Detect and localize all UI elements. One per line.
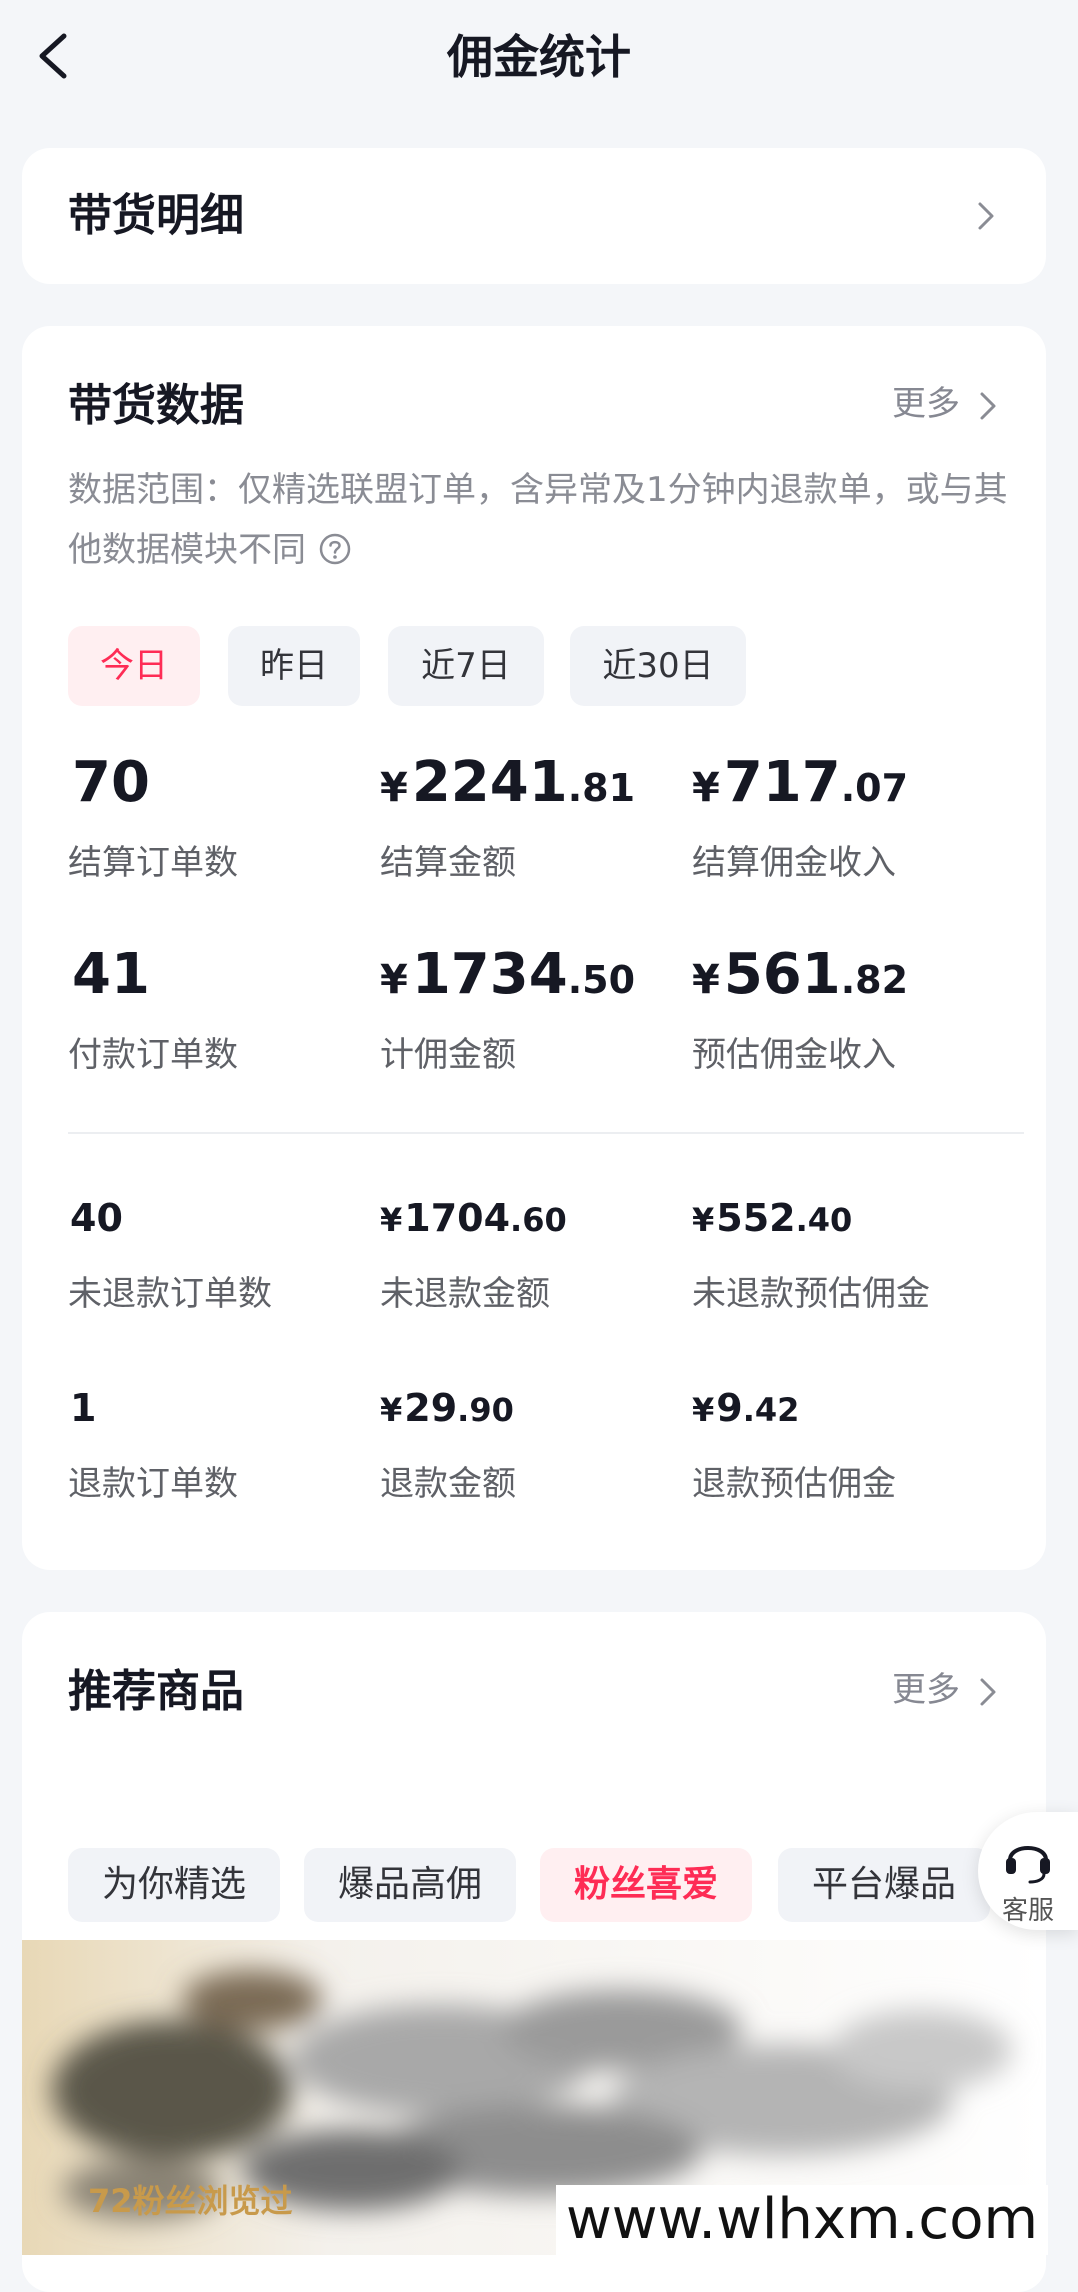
stat-label: 付款订单数	[68, 1035, 238, 1075]
stat-value: ¥552.40	[692, 1196, 853, 1240]
stat-refunded-orders: 1 退款订单数	[68, 1384, 238, 1505]
period-tab-yesterday[interactable]: 昨日	[228, 626, 360, 706]
data-scope-note: 数据范围：仅精选联盟订单，含异常及1分钟内退款单，或与其他数据模块不同	[68, 460, 1018, 580]
stat-estimated-commission: ¥561.82 预估佣金收入	[692, 942, 908, 1076]
stat-label: 结算金额	[380, 843, 516, 883]
period-tab-7days[interactable]: 近7日	[388, 626, 544, 706]
stat-commissionable-amount: ¥1734.50 计佣金额	[380, 942, 635, 1076]
stat-value: ¥29.90	[380, 1386, 514, 1430]
stat-value: 1	[70, 1386, 97, 1430]
sales-data-card: 带货数据 更多 数据范围：仅精选联盟订单，含异常及1分钟内退款单，或与其他数据模…	[22, 326, 1046, 1570]
stat-value: 40	[70, 1196, 123, 1240]
help-icon[interactable]	[318, 532, 352, 566]
stat-label: 退款订单数	[68, 1464, 238, 1504]
watermark-text: www.wlhxm.com	[556, 2185, 1049, 2255]
more-label: 更多	[892, 1670, 960, 1710]
stat-label: 结算订单数	[68, 843, 238, 883]
sales-detail-label: 带货明细	[68, 190, 244, 241]
stat-refunded-commission: ¥9.42 退款预估佣金	[692, 1384, 896, 1505]
stat-settled-orders: 70 结算订单数	[68, 750, 238, 884]
stat-label: 未退款订单数	[68, 1274, 272, 1314]
tab-for-you[interactable]: 为你精选	[68, 1848, 280, 1922]
stat-label: 结算佣金收入	[692, 843, 896, 883]
stat-label: 未退款金额	[380, 1274, 550, 1314]
sales-detail-row[interactable]: 带货明细	[22, 148, 1046, 284]
stat-value: 41	[72, 942, 150, 1007]
stat-settled-commission: ¥717.07 结算佣金收入	[692, 750, 908, 884]
customer-service-label: 客服	[1001, 1896, 1054, 1926]
stat-label: 退款预估佣金	[692, 1464, 896, 1504]
period-tab-today[interactable]: 今日	[68, 626, 200, 706]
top-bar: 佣金统计	[0, 0, 1078, 120]
stat-unrefunded-orders: 40 未退款订单数	[68, 1194, 272, 1315]
stat-value: ¥717.07	[692, 750, 909, 815]
stat-label: 计佣金额	[380, 1035, 516, 1075]
stat-value: ¥2241.81	[380, 750, 636, 815]
chevron-right-icon[interactable]	[978, 1676, 998, 1708]
recommend-more-link[interactable]: 更多	[892, 1668, 960, 1712]
stat-value: ¥9.42	[692, 1386, 800, 1430]
stat-unrefunded-amount: ¥1704.60 未退款金额	[380, 1194, 567, 1315]
sales-more-link[interactable]: 更多	[892, 382, 960, 426]
recommend-title: 推荐商品	[68, 1666, 244, 1717]
sales-data-title: 带货数据	[68, 380, 244, 431]
period-tab-30days[interactable]: 近30日	[570, 626, 746, 706]
tab-hot-high-commission[interactable]: 爆品高佣	[304, 1848, 516, 1922]
customer-service-button[interactable]: 客服	[978, 1812, 1078, 1930]
stat-value: 70	[72, 750, 150, 815]
divider	[68, 1132, 1024, 1134]
stat-value: ¥1704.60	[380, 1196, 567, 1240]
tab-fans-favorite[interactable]: 粉丝喜爱	[540, 1848, 752, 1922]
stat-settled-amount: ¥2241.81 结算金额	[380, 750, 635, 884]
page-title: 佣金统计	[447, 30, 631, 84]
more-label: 更多	[892, 384, 960, 424]
stat-value: ¥1734.50	[380, 942, 636, 1007]
stat-refunded-amount: ¥29.90 退款金额	[380, 1384, 516, 1505]
fan-views-count: 72粉丝浏览过	[88, 2182, 293, 2220]
stat-label: 退款金额	[380, 1464, 516, 1504]
chevron-right-icon[interactable]	[978, 390, 998, 422]
stat-unrefunded-commission: ¥552.40 未退款预估佣金	[692, 1194, 930, 1315]
stat-label: 未退款预估佣金	[692, 1274, 930, 1314]
headset-icon	[1006, 1846, 1050, 1884]
data-scope-text: 数据范围：仅精选联盟订单，含异常及1分钟内退款单，或与其他数据模块不同	[68, 470, 1008, 570]
stat-value: ¥561.82	[692, 942, 909, 1007]
stat-paid-orders: 41 付款订单数	[68, 942, 238, 1076]
stat-label: 预估佣金收入	[692, 1035, 896, 1075]
tab-platform-hot[interactable]: 平台爆品	[778, 1848, 990, 1922]
chevron-right-icon	[978, 202, 994, 230]
